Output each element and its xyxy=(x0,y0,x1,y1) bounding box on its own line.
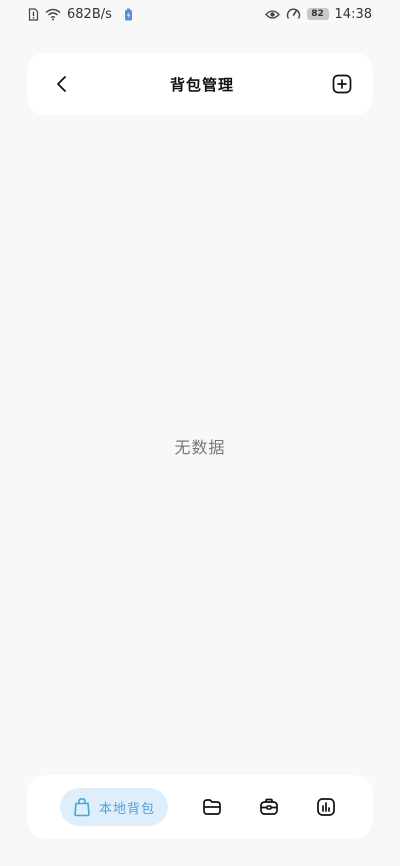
network-speed: 682B/s xyxy=(67,6,112,22)
nav-local-bag-label: 本地背包 xyxy=(98,801,155,817)
battery-level: 82 xyxy=(311,9,324,19)
battery-icon: 82 xyxy=(306,8,329,20)
page-title: 背包管理 xyxy=(169,75,234,94)
folder-icon xyxy=(203,799,221,815)
wifi-icon xyxy=(45,8,61,21)
nav-local-bag[interactable]: 本地背包 xyxy=(60,788,168,826)
eye-icon xyxy=(264,9,280,20)
cloud-bag-icon xyxy=(260,798,278,815)
add-button[interactable] xyxy=(327,69,357,99)
nav-cloud-bag[interactable] xyxy=(254,792,284,822)
chevron-left-icon xyxy=(57,76,66,92)
bag-icon xyxy=(74,797,90,817)
speed-gauge-icon xyxy=(286,7,301,21)
empty-state-text: 无数据 xyxy=(174,438,226,457)
nav-folder[interactable] xyxy=(197,792,227,822)
bottom-nav: 本地背包 xyxy=(27,775,373,839)
back-button[interactable] xyxy=(47,69,77,99)
status-left: 682B/s xyxy=(28,7,133,22)
battery-saver-icon xyxy=(124,8,133,21)
status-right: 82 14:38 xyxy=(264,6,372,22)
clock: 14:38 xyxy=(334,6,372,22)
header-bar: 背包管理 xyxy=(27,53,373,115)
nav-stats[interactable] xyxy=(311,792,341,822)
status-bar: 682B/s 82 14:38 xyxy=(0,0,400,28)
stats-icon xyxy=(317,798,335,816)
sim-alert-icon xyxy=(28,7,39,21)
add-square-icon xyxy=(332,74,352,94)
